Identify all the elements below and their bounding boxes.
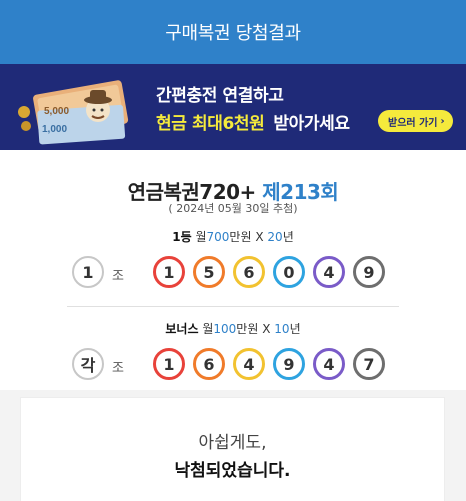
bonus-numbers: 각 조 164947	[0, 348, 466, 384]
banner-line-2-rest: 받아가세요	[273, 114, 350, 134]
jo-label: 조	[112, 269, 124, 284]
banner-line-1: 간편충전 연결하고	[156, 86, 284, 106]
sorry-text: 아쉽게도,	[198, 433, 267, 453]
banner-cta-label: 받으러 가기	[388, 117, 438, 129]
bonus-prize-years-unit: 년	[289, 322, 301, 336]
result-panel: 연금복권720+ 제213회 ( 2024년 05월 30일 추첨) 1등 월7…	[0, 150, 466, 501]
first-prize-unit: 만원	[229, 230, 252, 244]
banner-highlight: 현금 최대6천원	[156, 114, 265, 134]
lost-text: 낙첨되었습니다.	[174, 461, 291, 481]
first-prize-times: X	[255, 230, 264, 244]
draw-date: ( 2024년 05월 30일 추첨)	[168, 202, 298, 215]
bonus-prize-times: X	[262, 322, 271, 336]
money-tickets-icon: 5,000 1,000	[18, 80, 129, 145]
first-prize-amount: 700	[206, 230, 230, 244]
bonus-prize-rank: 보너스	[165, 322, 199, 336]
bonus-prize-info: 보너스 월100만원 X 10년	[0, 320, 466, 337]
first-prize-numbers: 1 조 156049	[0, 256, 466, 292]
first-prize-years-unit: 년	[282, 230, 294, 244]
first-prize-years: 20	[267, 230, 283, 244]
section-divider	[67, 306, 399, 307]
bonus-number-ball-1: 1	[153, 348, 185, 380]
group-ball: 1	[72, 256, 104, 288]
jo-label: 조	[112, 361, 124, 376]
page-title: 구매복권 당첨결과	[165, 23, 301, 44]
bonus-prize-monthly: 월	[202, 322, 214, 336]
bonus-prize-unit: 만원	[236, 322, 259, 336]
banner-cta-button[interactable]: 받으러 가기 ›	[378, 110, 453, 132]
banner-line-2: 현금 최대6천원 받아가세요	[156, 109, 350, 134]
first-prize-rank: 1등	[172, 230, 192, 244]
bonus-number-ball-6: 7	[353, 348, 385, 380]
bonus-number-ball-4: 9	[273, 348, 305, 380]
promo-banner[interactable]: 5,000 1,000 간편충전 연결하고 현금 최대6천원 받아가세요 받으러…	[0, 64, 466, 150]
first-number-ball-6: 9	[353, 256, 385, 288]
bonus-prize-amount: 100	[213, 322, 237, 336]
bonus-number-ball-3: 4	[233, 348, 265, 380]
first-number-ball-5: 4	[313, 256, 345, 288]
ticket-value-5000: 5,000	[44, 106, 69, 117]
first-number-ball-4: 0	[273, 256, 305, 288]
bonus-group-ball: 각	[72, 348, 104, 380]
first-number-ball-1: 1	[153, 256, 185, 288]
bonus-number-ball-2: 6	[193, 348, 225, 380]
bonus-prize-years: 10	[274, 322, 290, 336]
first-prize-monthly: 월	[195, 230, 207, 244]
result-message-box: 아쉽게도, 낙첨되었습니다.	[21, 398, 444, 501]
bonus-number-ball-5: 4	[313, 348, 345, 380]
app-header: 구매복권 당첨결과	[0, 0, 466, 64]
first-number-ball-3: 6	[233, 256, 265, 288]
ticket-value-1000: 1,000	[42, 124, 67, 135]
chevron-right-icon: ›	[440, 115, 445, 127]
first-prize-info: 1등 월700만원 X 20년	[0, 228, 466, 245]
first-number-ball-2: 5	[193, 256, 225, 288]
